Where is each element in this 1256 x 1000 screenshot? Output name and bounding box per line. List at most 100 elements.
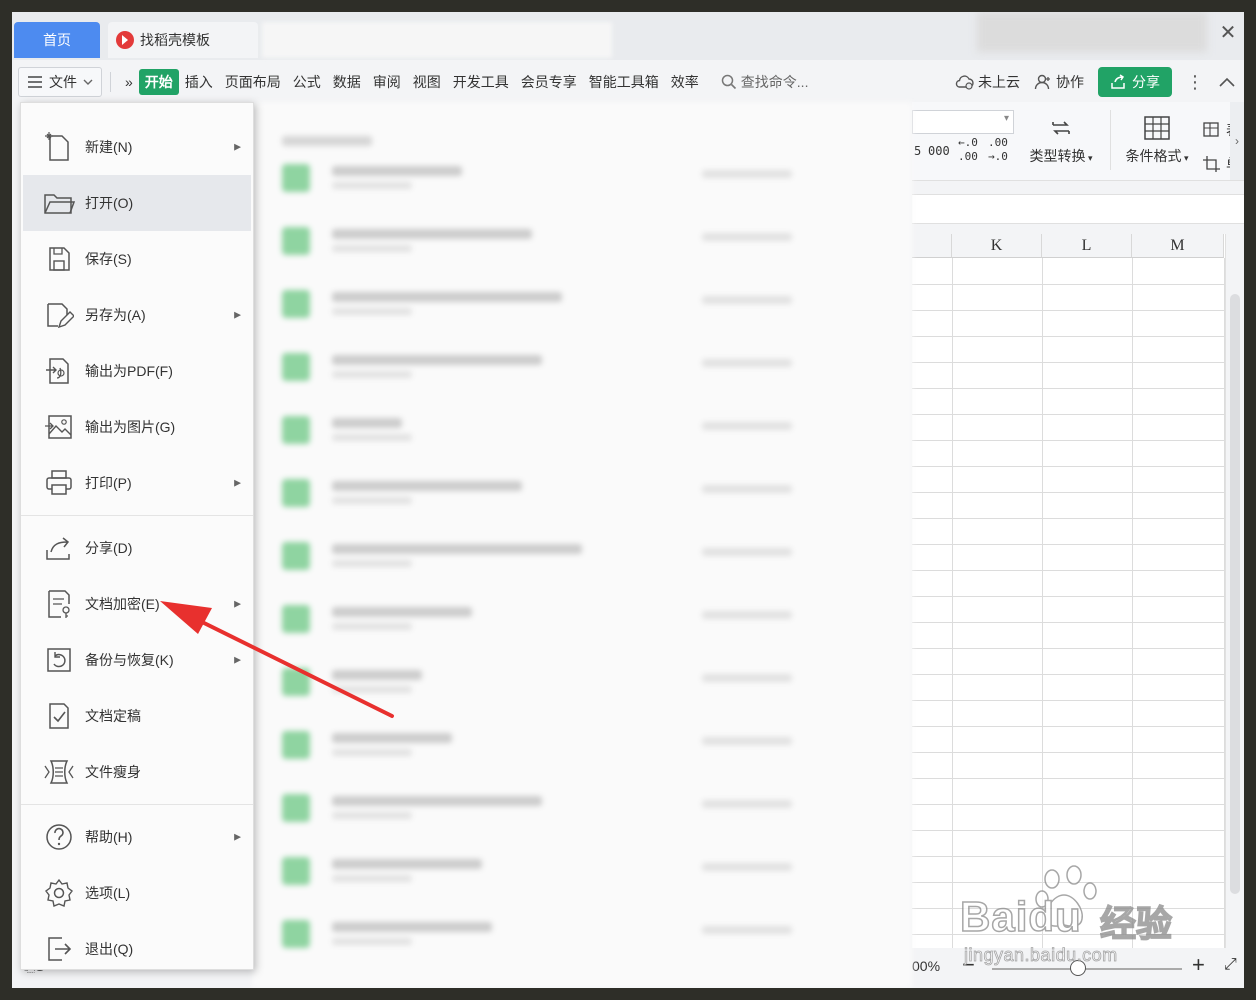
tab-home-label: 首页 (43, 32, 71, 48)
file-menu-item[interactable]: 文件瘦身 (23, 744, 251, 800)
save-icon (39, 239, 79, 279)
xlsx-file-icon (282, 227, 310, 255)
recent-file-row[interactable] (282, 221, 842, 261)
file-menu-button[interactable]: 文件 (18, 67, 102, 97)
recent-file-row[interactable] (282, 158, 842, 198)
app-window: 首页 找稻壳模板 ✕ 文件 » 开始 插入 页面布局 公式 数据 审阅 视图 开… (12, 12, 1244, 988)
recent-file-row[interactable] (282, 536, 842, 576)
zoom-slider-knob[interactable] (1070, 960, 1086, 976)
file-menu-item-label: 打开(O) (85, 195, 134, 211)
grid-line (912, 804, 1224, 805)
type-convert-label: 类型转换 (1029, 148, 1086, 164)
tab-smart-tools[interactable]: 智能工具箱 (583, 72, 665, 92)
file-menu-item-label: 退出(Q) (85, 941, 134, 957)
file-menu-item[interactable]: 选项(L) (23, 865, 251, 921)
ribbon-scroll-right-icon[interactable]: › (1230, 102, 1244, 180)
zoom-in-icon[interactable]: + (1192, 952, 1205, 978)
increase-decimal-bottom[interactable]: .00 (958, 150, 978, 163)
zoom-percentage[interactable]: 00% (912, 958, 940, 974)
percent-style-fragment[interactable]: 5 (914, 144, 921, 158)
tab-data[interactable]: 数据 (327, 72, 367, 92)
recent-file-row[interactable] (282, 662, 842, 702)
column-header-k[interactable]: K (952, 234, 1042, 258)
file-date-blurred (702, 296, 792, 304)
tab-page-layout[interactable]: 页面布局 (219, 72, 287, 92)
tab-efficiency[interactable]: 效率 (665, 72, 705, 92)
tab-start[interactable]: 开始 (138, 69, 179, 95)
save-as-icon (39, 295, 79, 335)
tab-view[interactable]: 视图 (407, 72, 447, 92)
file-menu-item[interactable]: 文档定稿 (23, 688, 251, 744)
column-header-l[interactable]: L (1042, 234, 1132, 258)
number-format-combo[interactable]: ▾ (912, 110, 1014, 134)
file-menu-item[interactable]: 输出为图片(G) (23, 399, 251, 455)
spreadsheet-grid[interactable]: K L M (912, 234, 1244, 948)
zoom-out-icon[interactable]: − (962, 952, 975, 978)
slim-icon (39, 752, 79, 792)
tab-template[interactable]: 找稻壳模板 (108, 22, 258, 58)
title-tab-bar: 首页 找稻壳模板 ✕ (12, 12, 1244, 60)
close-window-icon[interactable]: ✕ (1218, 22, 1238, 44)
file-menu-item[interactable]: 打印(P) ▶ (23, 455, 251, 511)
recent-file-row[interactable] (282, 725, 842, 765)
tab-insert[interactable]: 插入 (179, 72, 219, 92)
file-menu-item[interactable]: 文档加密(E) ▶ (23, 576, 251, 632)
file-menu-item[interactable]: 打开(O) (23, 175, 251, 231)
print-icon (39, 463, 79, 503)
grid-line (912, 596, 1224, 597)
tab-developer[interactable]: 开发工具 (447, 72, 515, 92)
file-menu-item[interactable]: 输出为PDF(F) (23, 343, 251, 399)
xlsx-file-icon (282, 353, 310, 381)
tab-formulas[interactable]: 公式 (287, 72, 327, 92)
file-menu-item[interactable]: 分享(D) (23, 520, 251, 576)
decrease-decimal-bottom[interactable]: →.0 (988, 150, 1008, 163)
zoom-slider-track[interactable] (992, 968, 1182, 970)
recent-file-row[interactable] (282, 473, 842, 513)
xlsx-file-icon (282, 479, 310, 507)
recent-file-row[interactable] (282, 914, 842, 954)
share-button[interactable]: 分享 (1098, 67, 1172, 97)
recent-file-row[interactable] (282, 599, 842, 639)
recent-file-row[interactable] (282, 410, 842, 450)
conditional-format-button[interactable]: 条件格式 ▾ (1112, 110, 1202, 166)
recent-file-row[interactable] (282, 788, 842, 828)
cloud-status-button[interactable]: 未上云 (954, 72, 1020, 92)
tab-review[interactable]: 审阅 (367, 72, 407, 92)
decrease-decimal-top[interactable]: .00 (988, 136, 1008, 149)
file-menu-item[interactable]: 备份与恢复(K) ▶ (23, 632, 251, 688)
grid-line (912, 752, 1224, 753)
increase-decimal-top[interactable]: ←.0 (958, 136, 978, 149)
recent-file-row[interactable] (282, 284, 842, 324)
command-search[interactable]: 查找命令... (721, 72, 808, 92)
grid-line (912, 440, 1224, 441)
column-header-j[interactable] (912, 234, 952, 258)
file-menu-item[interactable]: 退出(Q) (23, 921, 251, 977)
file-menu-item-label: 输出为图片(G) (85, 419, 176, 435)
tab-home[interactable]: 首页 (14, 22, 100, 58)
fullscreen-icon[interactable]: ⤢ (1224, 956, 1237, 974)
new-file-icon (39, 127, 79, 167)
thousands-separator-button[interactable]: 000 (928, 144, 950, 158)
collapse-ribbon-icon[interactable] (1218, 76, 1236, 88)
tab-document-blurred[interactable] (262, 22, 612, 58)
file-date-blurred (702, 485, 792, 493)
vertical-scrollbar[interactable] (1225, 234, 1244, 948)
file-menu-item[interactable]: 帮助(H) ▶ (23, 809, 251, 865)
file-menu-item[interactable]: 新建(N) ▶ (23, 119, 251, 175)
collaborate-button[interactable]: 协作 (1034, 72, 1084, 92)
xlsx-file-icon (282, 290, 310, 318)
more-options-icon[interactable]: ⋮ (1186, 72, 1204, 93)
formula-bar[interactable] (912, 194, 1244, 224)
file-date-blurred (702, 422, 792, 430)
file-menu-item[interactable]: 保存(S) (23, 231, 251, 287)
recent-file-row[interactable] (282, 851, 842, 891)
file-path-blurred (332, 686, 412, 693)
tab-member[interactable]: 会员专享 (515, 72, 583, 92)
file-menu-item[interactable]: 另存为(A) ▶ (23, 287, 251, 343)
scroll-thumb[interactable] (1230, 294, 1240, 894)
recent-file-row[interactable] (282, 347, 842, 387)
more-tabs-icon[interactable]: » (119, 74, 139, 90)
chevron-down-icon (83, 79, 93, 85)
column-header-m[interactable]: M (1132, 234, 1224, 258)
type-convert-button[interactable]: 类型转换 ▾ (1016, 110, 1106, 166)
